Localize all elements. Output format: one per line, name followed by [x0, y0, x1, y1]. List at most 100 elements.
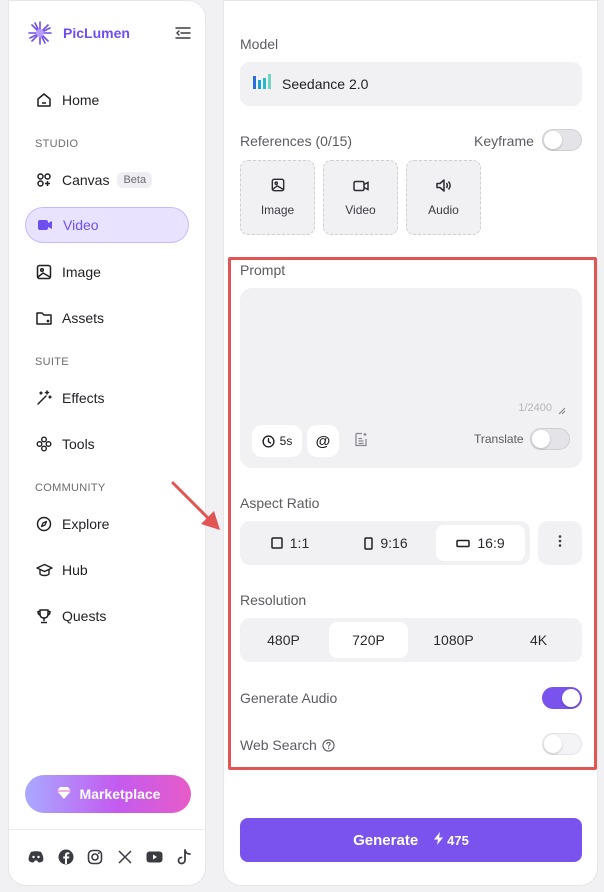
magic-wand-icon: [35, 389, 53, 407]
help-icon[interactable]: [322, 738, 335, 752]
resolution-option-label: 1080P: [433, 632, 474, 648]
sidebar-item-hub[interactable]: Hub: [25, 552, 189, 588]
video-settings-panel: Model Seedance 2.0 References (0/15) Key…: [223, 0, 598, 886]
tiktok-icon[interactable]: [175, 848, 193, 866]
resize-handle-icon[interactable]: [556, 402, 568, 415]
translate-label: Translate: [474, 432, 524, 446]
square-icon: [271, 537, 283, 549]
keyframe-toggle[interactable]: [542, 129, 582, 151]
sidebar-item-effects[interactable]: Effects: [25, 380, 189, 416]
reference-audio-button[interactable]: Audio: [406, 160, 481, 235]
mention-symbol: @: [315, 432, 331, 450]
image-icon: [35, 263, 53, 281]
generate-audio-toggle[interactable]: [542, 687, 582, 709]
prompt-enhance-button[interactable]: [347, 425, 375, 457]
model-label: Model: [240, 36, 279, 52]
toggle-knob: [532, 430, 550, 448]
keyframe-label: Keyframe: [474, 133, 534, 149]
aspect-ratio-option-label: 9:16: [380, 535, 408, 551]
sidebar-item-tools[interactable]: Tools: [25, 426, 189, 462]
prompt-label: Prompt: [240, 262, 286, 278]
image-icon: [271, 178, 285, 197]
duration-value: 5s: [279, 434, 293, 448]
discord-icon[interactable]: [27, 848, 45, 866]
x-icon[interactable]: [116, 848, 134, 866]
more-vertical-icon: [558, 534, 562, 553]
web-search-toggle[interactable]: [542, 733, 582, 755]
instagram-icon[interactable]: [86, 848, 104, 866]
sidebar: PicLumen Home STUDIO Canvas Beta Video I…: [8, 0, 206, 886]
duration-button[interactable]: 5s: [252, 425, 302, 457]
document-sparkle-icon: [354, 432, 368, 450]
aspect-ratio-1-1[interactable]: 1:1: [244, 525, 336, 561]
landscape-icon: [456, 539, 471, 548]
reference-image-button[interactable]: Image: [240, 160, 315, 235]
toggle-knob: [544, 131, 562, 149]
reference-card-label: Audio: [428, 202, 459, 217]
clock-icon: [262, 434, 275, 448]
sidebar-item-label: Hub: [62, 562, 88, 578]
sidebar-item-label: Home: [62, 92, 100, 108]
generate-audio-label: Generate Audio: [240, 690, 338, 706]
prompt-input[interactable]: 1/2400 5s @ Translate: [240, 288, 582, 468]
reference-card-label: Image: [260, 203, 295, 217]
sidebar-item-image[interactable]: Image: [25, 254, 189, 290]
toggle-knob: [562, 689, 580, 707]
aspect-ratio-16-9[interactable]: 16:9: [436, 525, 525, 561]
translate-toggle[interactable]: [530, 428, 570, 450]
toggle-knob: [544, 735, 562, 753]
resolution-1080p[interactable]: 1080P: [414, 622, 493, 658]
sidebar-item-canvas[interactable]: Canvas Beta: [25, 162, 189, 198]
resolution-720p[interactable]: 720P: [329, 622, 408, 658]
mention-button[interactable]: @: [307, 425, 339, 457]
resolution-option-label: 480P: [267, 632, 300, 648]
reference-video-button[interactable]: Video: [323, 160, 398, 235]
sidebar-item-label: Image: [62, 264, 101, 280]
reference-card-label: Video: [345, 202, 376, 217]
resolution-480p[interactable]: 480P: [244, 622, 323, 658]
resolution-selector: 480P 720P 1080P 4K: [240, 618, 582, 662]
sidebar-item-home[interactable]: Home: [25, 82, 189, 118]
canvas-icon: [35, 171, 53, 189]
youtube-icon[interactable]: [145, 848, 163, 866]
facebook-icon[interactable]: [57, 848, 75, 866]
brand-name: PicLumen: [63, 25, 130, 41]
sidebar-item-label: Assets: [62, 310, 105, 326]
trophy-icon: [35, 607, 53, 625]
aspect-ratio-label: Aspect Ratio: [240, 495, 320, 511]
references-label: References (0/15): [240, 133, 353, 149]
sidebar-item-label: Quests: [62, 608, 107, 624]
aspect-ratio-option-label: 16:9: [477, 535, 505, 551]
more-options-button[interactable]: [538, 521, 582, 565]
beta-badge: Beta: [117, 172, 153, 188]
speaker-icon: [435, 178, 452, 197]
lightning-icon: [434, 832, 444, 848]
marketplace-button[interactable]: Marketplace: [25, 775, 191, 813]
sidebar-item-label: Effects: [62, 390, 105, 406]
generate-label: Generate: [353, 831, 419, 849]
video-camera-icon: [352, 179, 369, 197]
sidebar-item-quests[interactable]: Quests: [25, 598, 189, 634]
aspect-ratio-selector: 1:1 9:16 16:9: [240, 521, 530, 565]
resolution-4k[interactable]: 4K: [499, 622, 578, 658]
social-links: [27, 847, 193, 867]
generate-button[interactable]: Generate 475: [240, 818, 582, 862]
seedance-logo-icon: [252, 73, 272, 96]
sidebar-item-assets[interactable]: Assets: [25, 300, 189, 336]
brand[interactable]: PicLumen: [27, 19, 197, 47]
model-value: Seedance 2.0: [282, 76, 369, 92]
folder-icon: [35, 309, 53, 327]
home-icon: [35, 91, 53, 109]
prompt-character-counter: 1/2400: [518, 402, 552, 414]
model-selector[interactable]: Seedance 2.0: [240, 62, 582, 106]
section-title-suite: SUITE: [35, 356, 69, 368]
resolution-option-label: 720P: [352, 632, 385, 648]
section-title-studio: STUDIO: [35, 138, 79, 150]
sidebar-item-explore[interactable]: Explore: [25, 506, 189, 542]
aspect-ratio-9-16[interactable]: 9:16: [340, 525, 432, 561]
resolution-label: Resolution: [240, 592, 307, 608]
collapse-sidebar-icon[interactable]: [173, 23, 193, 43]
portrait-icon: [364, 536, 374, 550]
sidebar-item-video[interactable]: Video: [25, 207, 189, 243]
marketplace-label: Marketplace: [79, 786, 161, 802]
